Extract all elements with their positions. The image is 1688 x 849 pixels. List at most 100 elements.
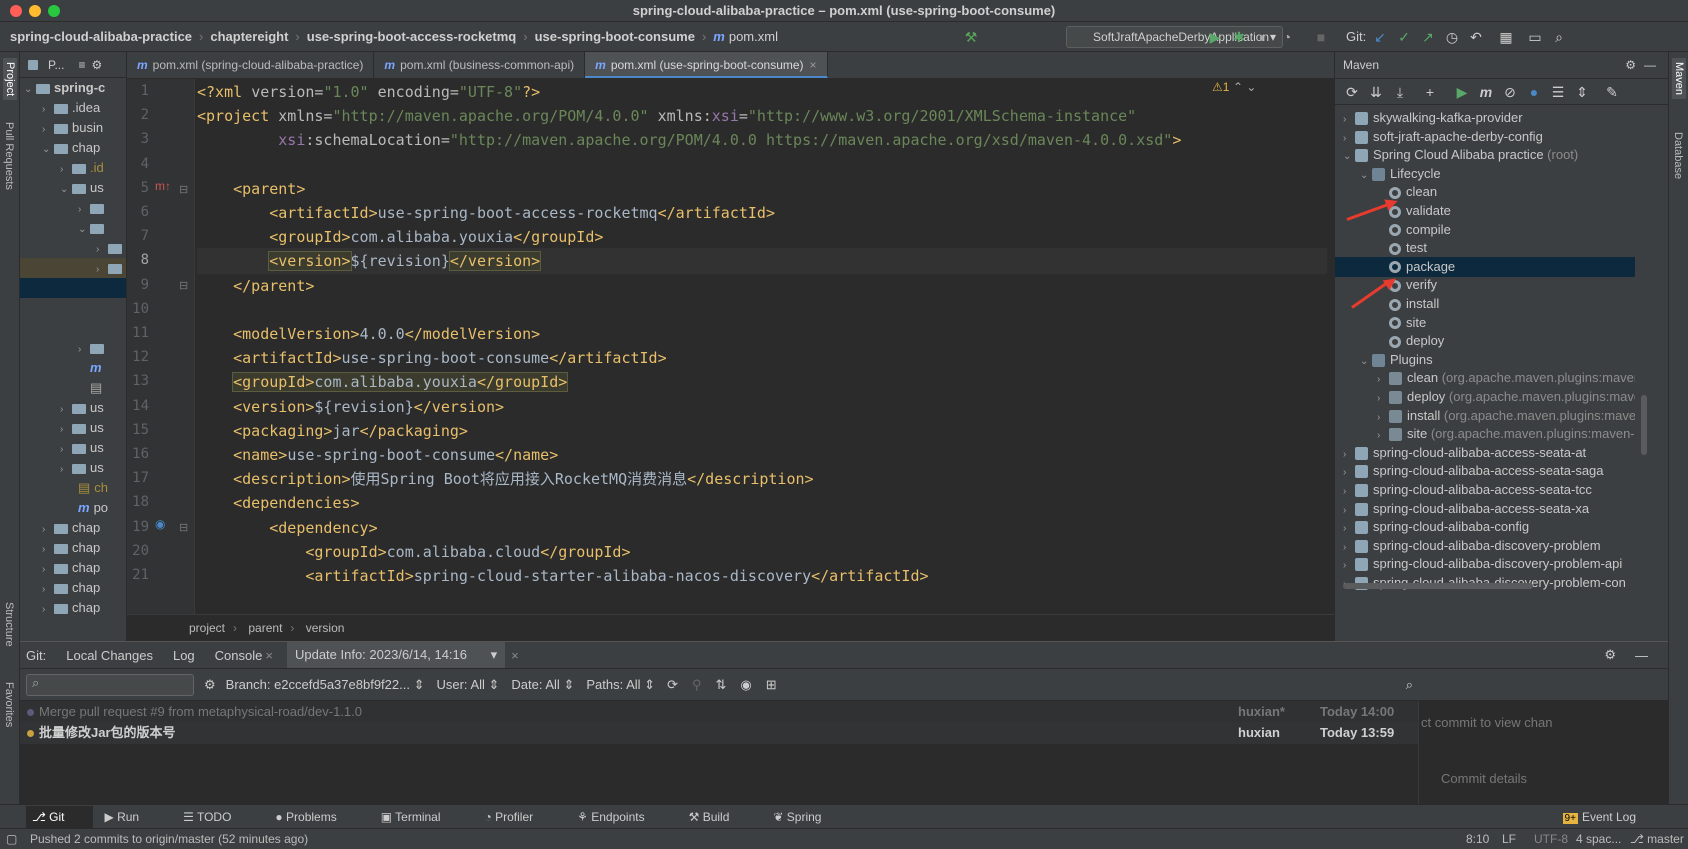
git-settings-icon[interactable]: ⚙ [1604, 647, 1616, 663]
project-panel-title[interactable]: P... [48, 58, 64, 72]
search-icon[interactable]: ⌕ [1550, 28, 1568, 46]
offline-mode-icon[interactable]: ● [1525, 83, 1543, 101]
rollback-icon[interactable]: ↶ [1467, 28, 1485, 46]
git-branch-status[interactable]: ⎇ master [1630, 829, 1684, 849]
maven-tree-row[interactable]: ⌄ Plugins [1335, 350, 1635, 370]
code-line[interactable]: <name>use-spring-boot-consume</name> [197, 442, 1327, 468]
chevron-down-icon[interactable]: ⌄ [24, 80, 36, 100]
lifecycle-goal-deploy[interactable]: deploy [1335, 331, 1635, 351]
layout-icon[interactable]: ▭ [1526, 28, 1544, 46]
chevron-right-icon[interactable]: › [42, 100, 54, 120]
chevron-right-icon[interactable]: › [1343, 538, 1355, 556]
favorites-tool-tab[interactable]: Favorites [3, 682, 15, 727]
code-line[interactable]: <groupId>com.alibaba.cloud</groupId> [197, 539, 1327, 565]
chevron-right-icon[interactable]: › [42, 560, 54, 580]
tab-log[interactable]: Log [173, 648, 195, 663]
project-tree-row[interactable]: › chap [20, 598, 126, 618]
view-options-icon[interactable]: ◉ [740, 677, 751, 693]
project-tree-row[interactable]: › us [20, 438, 126, 458]
code-line[interactable]: <modelVersion>4.0.0</modelVersion> [197, 321, 1327, 347]
maven-tree-row[interactable]: › clean (org.apache.maven.plugins:maven [1335, 368, 1635, 388]
chevron-down-icon[interactable]: ⌄ [60, 180, 72, 200]
project-tree-row[interactable]: › chap [20, 578, 126, 598]
chevron-right-icon[interactable]: › [42, 120, 54, 140]
chevron-right-icon[interactable]: › [1343, 519, 1355, 537]
run-configuration-select[interactable]: SoftJraftApacheDerbyApplication ▾ [1066, 26, 1283, 48]
run-maven-icon[interactable]: ▶ [1453, 83, 1471, 101]
tab-local-changes[interactable]: Local Changes [66, 648, 153, 663]
project-tree-row[interactable]: m [20, 358, 126, 378]
lifecycle-goal-package[interactable]: package [1335, 256, 1635, 277]
chevron-right-icon[interactable]: › [96, 240, 108, 260]
coverage-icon[interactable]: ◐ [1254, 28, 1272, 46]
close-tab-icon[interactable]: × [810, 58, 817, 72]
chevron-right-icon[interactable]: › [78, 200, 90, 220]
maven-tree-row[interactable]: › spring-cloud-alibaba-access-seata-saga [1335, 461, 1635, 481]
date-filter[interactable]: Date: All ⇕ [511, 677, 574, 693]
tab-console[interactable]: Console [215, 648, 263, 663]
terminal-tool-button[interactable]: ▣ Terminal [381, 810, 463, 824]
sort-icon[interactable]: ⇅ [716, 677, 727, 693]
git-push-icon[interactable]: ↗ [1419, 28, 1437, 46]
project-tree-row[interactable]: ▤ [20, 378, 126, 398]
code-line[interactable]: <groupId>com.alibaba.youxia</groupId> [197, 369, 1327, 395]
maven-tree-row[interactable]: › skywalking-kafka-provider [1335, 108, 1635, 128]
show-dependencies-icon[interactable]: ☰ [1549, 83, 1567, 101]
commit-row[interactable]: Merge pull request #9 from metaphysical-… [20, 701, 1418, 723]
maven-tool-tab[interactable]: Maven [1672, 58, 1686, 100]
spring-tool-button[interactable]: ❦ Spring [773, 810, 843, 824]
editor-tab[interactable]: m pom.xml (spring-cloud-alibaba-practice) [127, 52, 375, 78]
debug-icon[interactable]: ✱ [1230, 28, 1248, 46]
lifecycle-goal-test[interactable]: test [1335, 238, 1635, 258]
collapse-icon[interactable]: ⇕ [1573, 83, 1591, 101]
chevron-right-icon[interactable]: › [1343, 110, 1355, 128]
maven-tree-row[interactable]: ⌄ Lifecycle [1335, 164, 1635, 184]
lifecycle-goal-site[interactable]: site [1335, 313, 1635, 333]
chevron-down-icon[interactable]: ⌄ [1343, 147, 1355, 165]
chevron-right-icon[interactable]: › [1343, 463, 1355, 481]
maven-tree-row[interactable]: › soft-jraft-apache-derby-config [1335, 127, 1635, 147]
maven-tree-row[interactable]: › spring-cloud-alibaba-discovery-problem-… [1335, 554, 1635, 574]
tab-update-info[interactable]: Update Info: 2023/6/14, 14:16 ▾ [286, 642, 506, 668]
lifecycle-goal-install[interactable]: install [1335, 294, 1635, 314]
cherry-pick-icon[interactable]: ⚲ [692, 677, 702, 693]
project-tree-row[interactable]: › chap [20, 518, 126, 538]
profiler-tool-button[interactable]: ◔ Profiler [485, 810, 556, 824]
chevron-right-icon[interactable]: › [1343, 501, 1355, 519]
user-filter[interactable]: User: All ⇕ [436, 677, 499, 693]
maven-tree-row[interactable]: › spring-cloud-alibaba-config [1335, 517, 1635, 537]
code-line[interactable]: <groupId>com.alibaba.youxia</groupId> [197, 224, 1327, 250]
project-tree-row[interactable]: › us [20, 398, 126, 418]
chevron-right-icon[interactable]: › [60, 460, 72, 480]
minimize-window-button[interactable] [29, 5, 41, 17]
code-line[interactable]: <project xmlns="http://maven.apache.org/… [197, 103, 1327, 129]
project-tree-row[interactable] [20, 318, 126, 338]
status-layout-icon[interactable]: ▢ [6, 829, 17, 849]
lifecycle-goal-compile[interactable]: compile [1335, 220, 1635, 240]
project-tree-row[interactable]: › [20, 238, 126, 258]
chevron-right-icon[interactable]: › [60, 400, 72, 420]
chevron-down-icon[interactable]: ⌄ [1360, 352, 1372, 370]
pull-requests-tool-tab[interactable]: Pull Requests [3, 122, 15, 190]
filter-settings-icon[interactable]: ⚙ [204, 677, 216, 693]
maven-goal-icon[interactable]: m [1477, 83, 1495, 101]
code-line[interactable]: <dependency> [197, 515, 1327, 541]
project-structure-icon[interactable]: ▦ [1497, 28, 1515, 46]
generate-sources-icon[interactable]: ⇊ [1367, 83, 1385, 101]
code-line[interactable]: <version>${revision}</version> [197, 248, 1327, 274]
overridden-parent-icon[interactable]: m↑ [155, 179, 171, 193]
line-separator[interactable]: LF [1502, 829, 1516, 849]
lifecycle-goal-clean[interactable]: clean [1335, 182, 1635, 202]
chevron-down-icon[interactable]: ⌄ [78, 220, 90, 240]
breadcrumb-module[interactable]: use-spring-boot-access-rocketmq [307, 29, 517, 44]
chevron-right-icon[interactable]: › [1377, 370, 1389, 388]
close-console-icon[interactable]: × [265, 648, 273, 663]
breadcrumb-chapter[interactable]: chaptereight [210, 29, 288, 44]
chevron-right-icon[interactable]: › [42, 600, 54, 620]
download-icon[interactable]: ⤓ [1391, 83, 1409, 101]
close-update-info-icon[interactable]: × [511, 648, 519, 663]
maven-tree-row[interactable]: › site (org.apache.maven.plugins:maven-s [1335, 424, 1635, 444]
project-tree-row[interactable] [20, 278, 126, 298]
fold-icon[interactable]: ⊟ [179, 521, 188, 534]
project-tree-row[interactable]: › chap [20, 538, 126, 558]
